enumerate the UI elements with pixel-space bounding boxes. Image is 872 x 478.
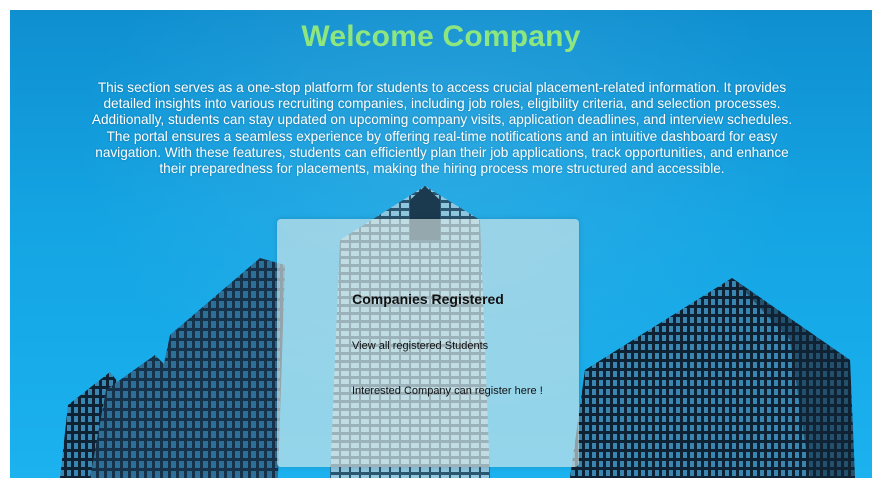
page-title: Welcome Company [301, 20, 581, 53]
page-frame: Welcome Company This section serves as a… [10, 10, 872, 478]
view-registered-students-link[interactable]: View all registered Students [352, 340, 488, 352]
card-title: Companies Registered [352, 291, 504, 307]
intro-paragraph: This section serves as a one-stop platfo… [91, 80, 793, 177]
companies-card: Companies Registered View all registered… [277, 219, 579, 467]
company-register-link[interactable]: Interested Company can register here ! [352, 385, 543, 397]
